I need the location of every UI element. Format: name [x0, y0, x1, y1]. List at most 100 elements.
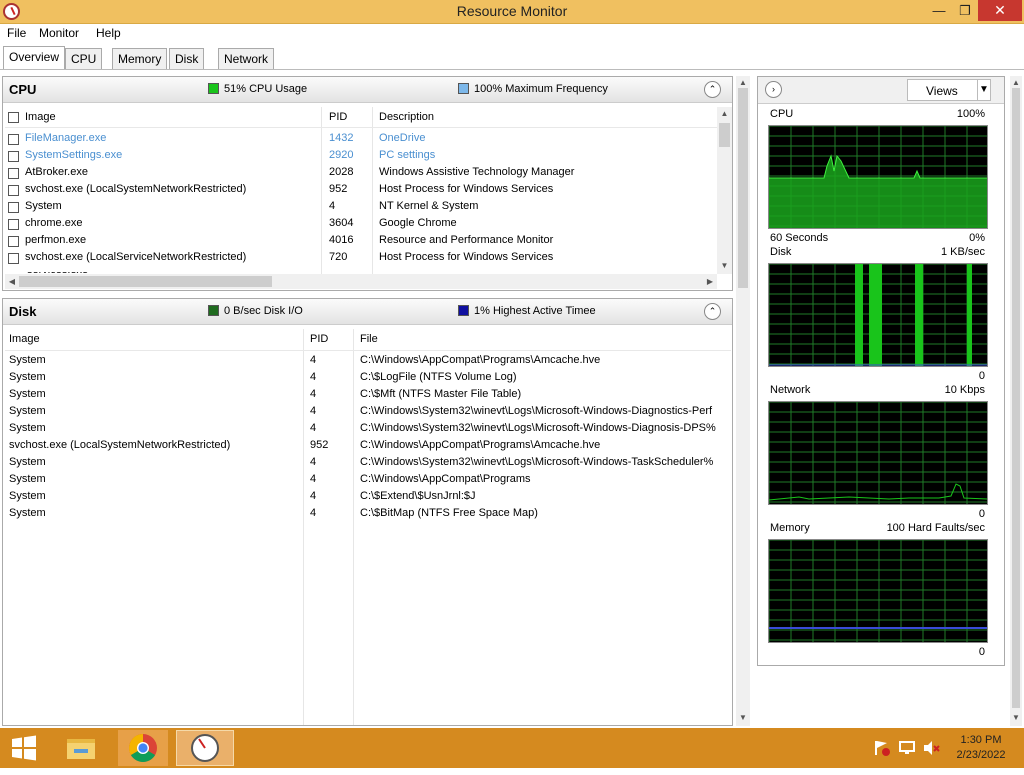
process-pid[interactable]: 952	[329, 183, 347, 195]
disk-file[interactable]: C:\$Mft (NTFS Master File Table)	[360, 388, 730, 400]
action-center-flag-icon[interactable]	[872, 739, 892, 775]
volume-muted-icon[interactable]	[921, 739, 941, 775]
main-vertical-scrollbar[interactable]: ▲ ▼	[736, 76, 750, 726]
process-image[interactable]: svchost.exe (LocalSystemNetworkRestricte…	[25, 183, 246, 195]
disk-image[interactable]: System	[9, 422, 46, 434]
scroll-down-arrow-icon[interactable]: ▼	[1010, 713, 1022, 722]
process-image[interactable]: perfmon.exe	[25, 234, 86, 246]
process-description[interactable]: OneDrive	[379, 132, 425, 144]
menu-help[interactable]: Help	[96, 26, 121, 40]
disk-image[interactable]: svchost.exe (LocalSystemNetworkRestricte…	[9, 439, 230, 451]
chevron-down-icon[interactable]: ▼	[977, 80, 990, 100]
disk-file[interactable]: C:\Windows\AppCompat\Programs\Amcache.hv…	[360, 354, 730, 366]
select-all-checkbox[interactable]	[8, 112, 19, 123]
cpu-horizontal-scrollbar[interactable]: ◀ ▶	[5, 274, 717, 289]
expand-panel-button[interactable]: ›	[765, 81, 782, 98]
side-vertical-scrollbar[interactable]: ▲ ▼	[1010, 76, 1022, 726]
tab-cpu[interactable]: CPU	[65, 48, 103, 69]
disk-file[interactable]: C:\$Extend\$UsnJrnl:$J	[360, 490, 730, 502]
disk-pid[interactable]: 4	[310, 354, 316, 366]
disk-pid[interactable]: 4	[310, 388, 316, 400]
disk-file[interactable]: C:\Windows\AppCompat\Programs\Amcache.hv…	[360, 439, 730, 451]
process-image[interactable]: chrome.exe	[25, 217, 82, 229]
process-image[interactable]: FileManager.exe	[25, 132, 106, 144]
windows-start-icon[interactable]	[6, 730, 42, 766]
network-icon[interactable]	[897, 739, 917, 775]
process-checkbox[interactable]	[8, 219, 19, 230]
process-image[interactable]: AtBroker.exe	[25, 166, 88, 178]
resource-monitor-taskbar-button[interactable]	[176, 730, 234, 766]
process-checkbox[interactable]	[8, 134, 19, 145]
disk-image[interactable]: System	[9, 473, 46, 485]
disk-pid[interactable]: 4	[310, 371, 316, 383]
disk-file[interactable]: C:\$LogFile (NTFS Volume Log)	[360, 371, 730, 383]
disk-image[interactable]: System	[9, 507, 46, 519]
process-checkbox[interactable]	[8, 151, 19, 162]
column-file[interactable]: File	[360, 333, 378, 345]
disk-collapse-button[interactable]: ⌃	[704, 303, 721, 320]
column-image[interactable]: Image	[25, 111, 56, 123]
process-description[interactable]: PC settings	[379, 149, 435, 161]
column-image[interactable]: Image	[9, 333, 40, 345]
disk-image[interactable]: System	[9, 456, 46, 468]
scroll-left-arrow-icon[interactable]: ◀	[7, 277, 17, 286]
scroll-down-arrow-icon[interactable]: ▼	[717, 261, 732, 270]
process-pid[interactable]: 2920	[329, 149, 353, 161]
process-description[interactable]: NT Kernel & System	[379, 200, 478, 212]
views-dropdown[interactable]: Views ▼	[907, 79, 991, 101]
disk-file[interactable]: C:\$BitMap (NTFS Free Space Map)	[360, 507, 730, 519]
scroll-thumb[interactable]	[1012, 88, 1020, 708]
cpu-panel-header[interactable]: CPU 51% CPU Usage 100% Maximum Frequency…	[3, 77, 732, 103]
process-description[interactable]: Google Chrome	[379, 217, 457, 229]
disk-pid[interactable]: 4	[310, 422, 316, 434]
cpu-vertical-scrollbar[interactable]: ▲ ▼	[717, 107, 732, 274]
process-checkbox[interactable]	[8, 168, 19, 179]
process-image[interactable]: SystemSettings.exe	[25, 149, 122, 161]
column-pid[interactable]: PID	[310, 333, 328, 345]
disk-pid[interactable]: 4	[310, 507, 316, 519]
chrome-icon[interactable]	[118, 730, 168, 766]
process-description[interactable]: Windows Assistive Technology Manager	[379, 166, 574, 178]
column-description[interactable]: Description	[379, 111, 434, 123]
process-image[interactable]: svchost.exe (LocalServiceNetworkRestrict…	[25, 251, 246, 263]
menu-file[interactable]: File	[7, 26, 26, 40]
scroll-up-arrow-icon[interactable]: ▲	[736, 78, 750, 87]
process-pid[interactable]: 3604	[329, 217, 353, 229]
process-pid[interactable]: 4016	[329, 234, 353, 246]
process-pid[interactable]: 2028	[329, 166, 353, 178]
restore-button[interactable]: ❐	[952, 0, 978, 21]
tab-disk[interactable]: Disk	[169, 48, 205, 69]
file-explorer-icon[interactable]	[62, 730, 100, 766]
scroll-down-arrow-icon[interactable]: ▼	[736, 713, 750, 722]
disk-image[interactable]: System	[9, 354, 46, 366]
process-checkbox[interactable]	[8, 236, 19, 247]
scroll-thumb[interactable]	[19, 276, 272, 287]
minimize-button[interactable]: —	[926, 0, 952, 21]
menu-monitor[interactable]: Monitor	[39, 26, 79, 40]
process-checkbox[interactable]	[8, 185, 19, 196]
column-pid[interactable]: PID	[329, 111, 347, 123]
disk-pid[interactable]: 4	[310, 473, 316, 485]
scroll-up-arrow-icon[interactable]: ▲	[717, 109, 732, 118]
close-button[interactable]: ✕	[978, 0, 1022, 21]
disk-pid[interactable]: 4	[310, 405, 316, 417]
tab-memory[interactable]: Memory	[112, 48, 168, 69]
process-checkbox[interactable]	[8, 253, 19, 264]
process-image[interactable]: System	[25, 200, 62, 212]
disk-pid[interactable]: 4	[310, 456, 316, 468]
cpu-collapse-button[interactable]: ⌃	[704, 81, 721, 98]
scroll-up-arrow-icon[interactable]: ▲	[1010, 78, 1022, 87]
disk-file[interactable]: C:\Windows\System32\winevt\Logs\Microsof…	[360, 456, 730, 468]
scroll-thumb[interactable]	[738, 88, 748, 288]
process-pid[interactable]: 1432	[329, 132, 353, 144]
disk-image[interactable]: System	[9, 371, 46, 383]
process-pid[interactable]: 720	[329, 251, 347, 263]
clock[interactable]: 1:30 PM 2/23/2022	[944, 733, 1018, 763]
disk-panel-header[interactable]: Disk 0 B/sec Disk I/O 1% Highest Active …	[3, 299, 732, 325]
disk-file[interactable]: C:\Windows\AppCompat\Programs	[360, 473, 730, 485]
disk-pid[interactable]: 952	[310, 439, 328, 451]
process-description[interactable]: Host Process for Windows Services	[379, 251, 553, 263]
process-description[interactable]: Host Process for Windows Services	[379, 183, 553, 195]
disk-image[interactable]: System	[9, 388, 46, 400]
tab-overview[interactable]: Overview	[3, 46, 66, 69]
